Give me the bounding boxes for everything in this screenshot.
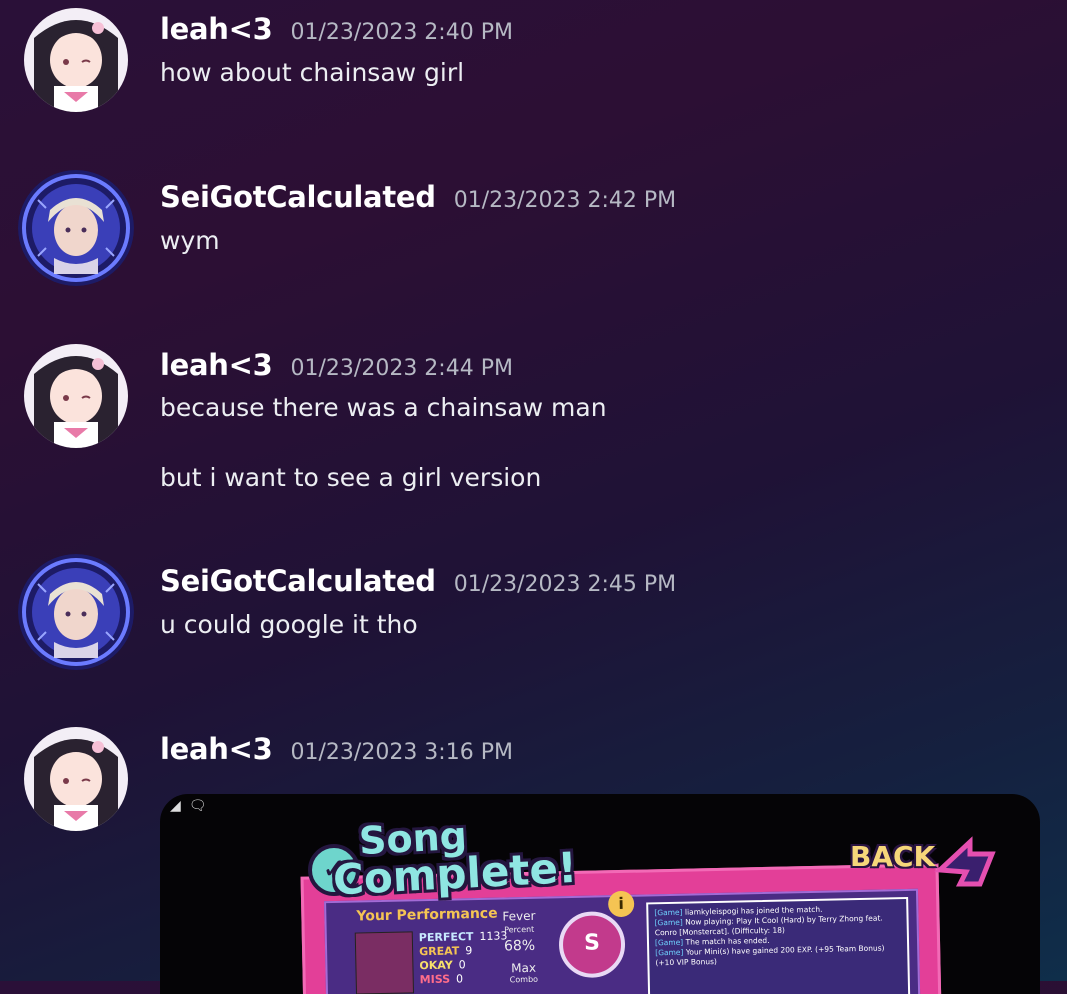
image-attachment[interactable]: ◢ 🗨 Your Performance PERFECT 1133 GREAT 9 O… (160, 794, 1040, 994)
message-text: u could google it tho (160, 610, 418, 639)
stats-list: PERFECT 1133 GREAT 9 OKAY 0 MISS 0 (419, 929, 509, 987)
avatar-image (18, 170, 134, 286)
back-button: BACK (850, 840, 936, 873)
avatar-leah[interactable] (24, 8, 128, 112)
avatar-image (24, 8, 128, 112)
camera-icon: ◢ (170, 798, 181, 814)
author-name[interactable]: leah<3 (160, 348, 273, 382)
avatar-leah[interactable] (24, 727, 128, 831)
performance-label: Your Performance (356, 905, 498, 925)
results-inner: Your Performance PERFECT 1133 GREAT 9 OKAY… (324, 888, 921, 994)
avatar-leah[interactable] (24, 344, 128, 448)
game-log: [Game] liamkyleispogi has joined the mat… (646, 896, 911, 994)
stat-miss: MISS 0 (419, 972, 464, 987)
log-line: [Game] Your Mini(s) have gained 200 EXP.… (655, 943, 885, 968)
timestamp: 01/23/2023 2:45 PM (453, 572, 677, 597)
timestamp: 01/23/2023 3:16 PM (290, 740, 513, 765)
song-complete-title: Song Complete! (300, 811, 579, 905)
info-icon: i (607, 890, 635, 918)
avatar-image (18, 554, 134, 670)
author-name[interactable]: SeiGotCalculated (160, 180, 436, 214)
avatar-seigotcalculated[interactable] (18, 170, 134, 286)
avatar-seigotcalculated[interactable] (18, 554, 134, 670)
chat-bubble-icon: 🗨 (188, 798, 207, 814)
timestamp: 01/23/2023 2:44 PM (290, 356, 513, 381)
fever-stat: Fever Percent 68% (502, 908, 536, 955)
title-line-2: Complete! (331, 842, 579, 905)
message-text: how about chainsaw girl (160, 58, 465, 87)
timestamp: 01/23/2023 2:42 PM (453, 188, 677, 213)
embed-icons: ◢ 🗨 (170, 798, 215, 814)
avatar-image (24, 727, 128, 831)
back-arrow-icon (934, 836, 996, 887)
message-text: but i want to see a girl version (160, 463, 542, 492)
stat-perfect: PERFECT 1133 (418, 929, 508, 945)
message-text: wym (160, 226, 220, 255)
author-name[interactable]: leah<3 (160, 12, 273, 46)
avatar-image (24, 344, 128, 448)
song-art (354, 931, 415, 994)
author-name[interactable]: leah<3 (160, 732, 273, 766)
rank-badge: S (558, 910, 626, 979)
message-text: because there was a chainsaw man (160, 393, 607, 422)
timestamp: 01/23/2023 2:40 PM (290, 20, 513, 45)
author-name[interactable]: SeiGotCalculated (160, 564, 436, 598)
